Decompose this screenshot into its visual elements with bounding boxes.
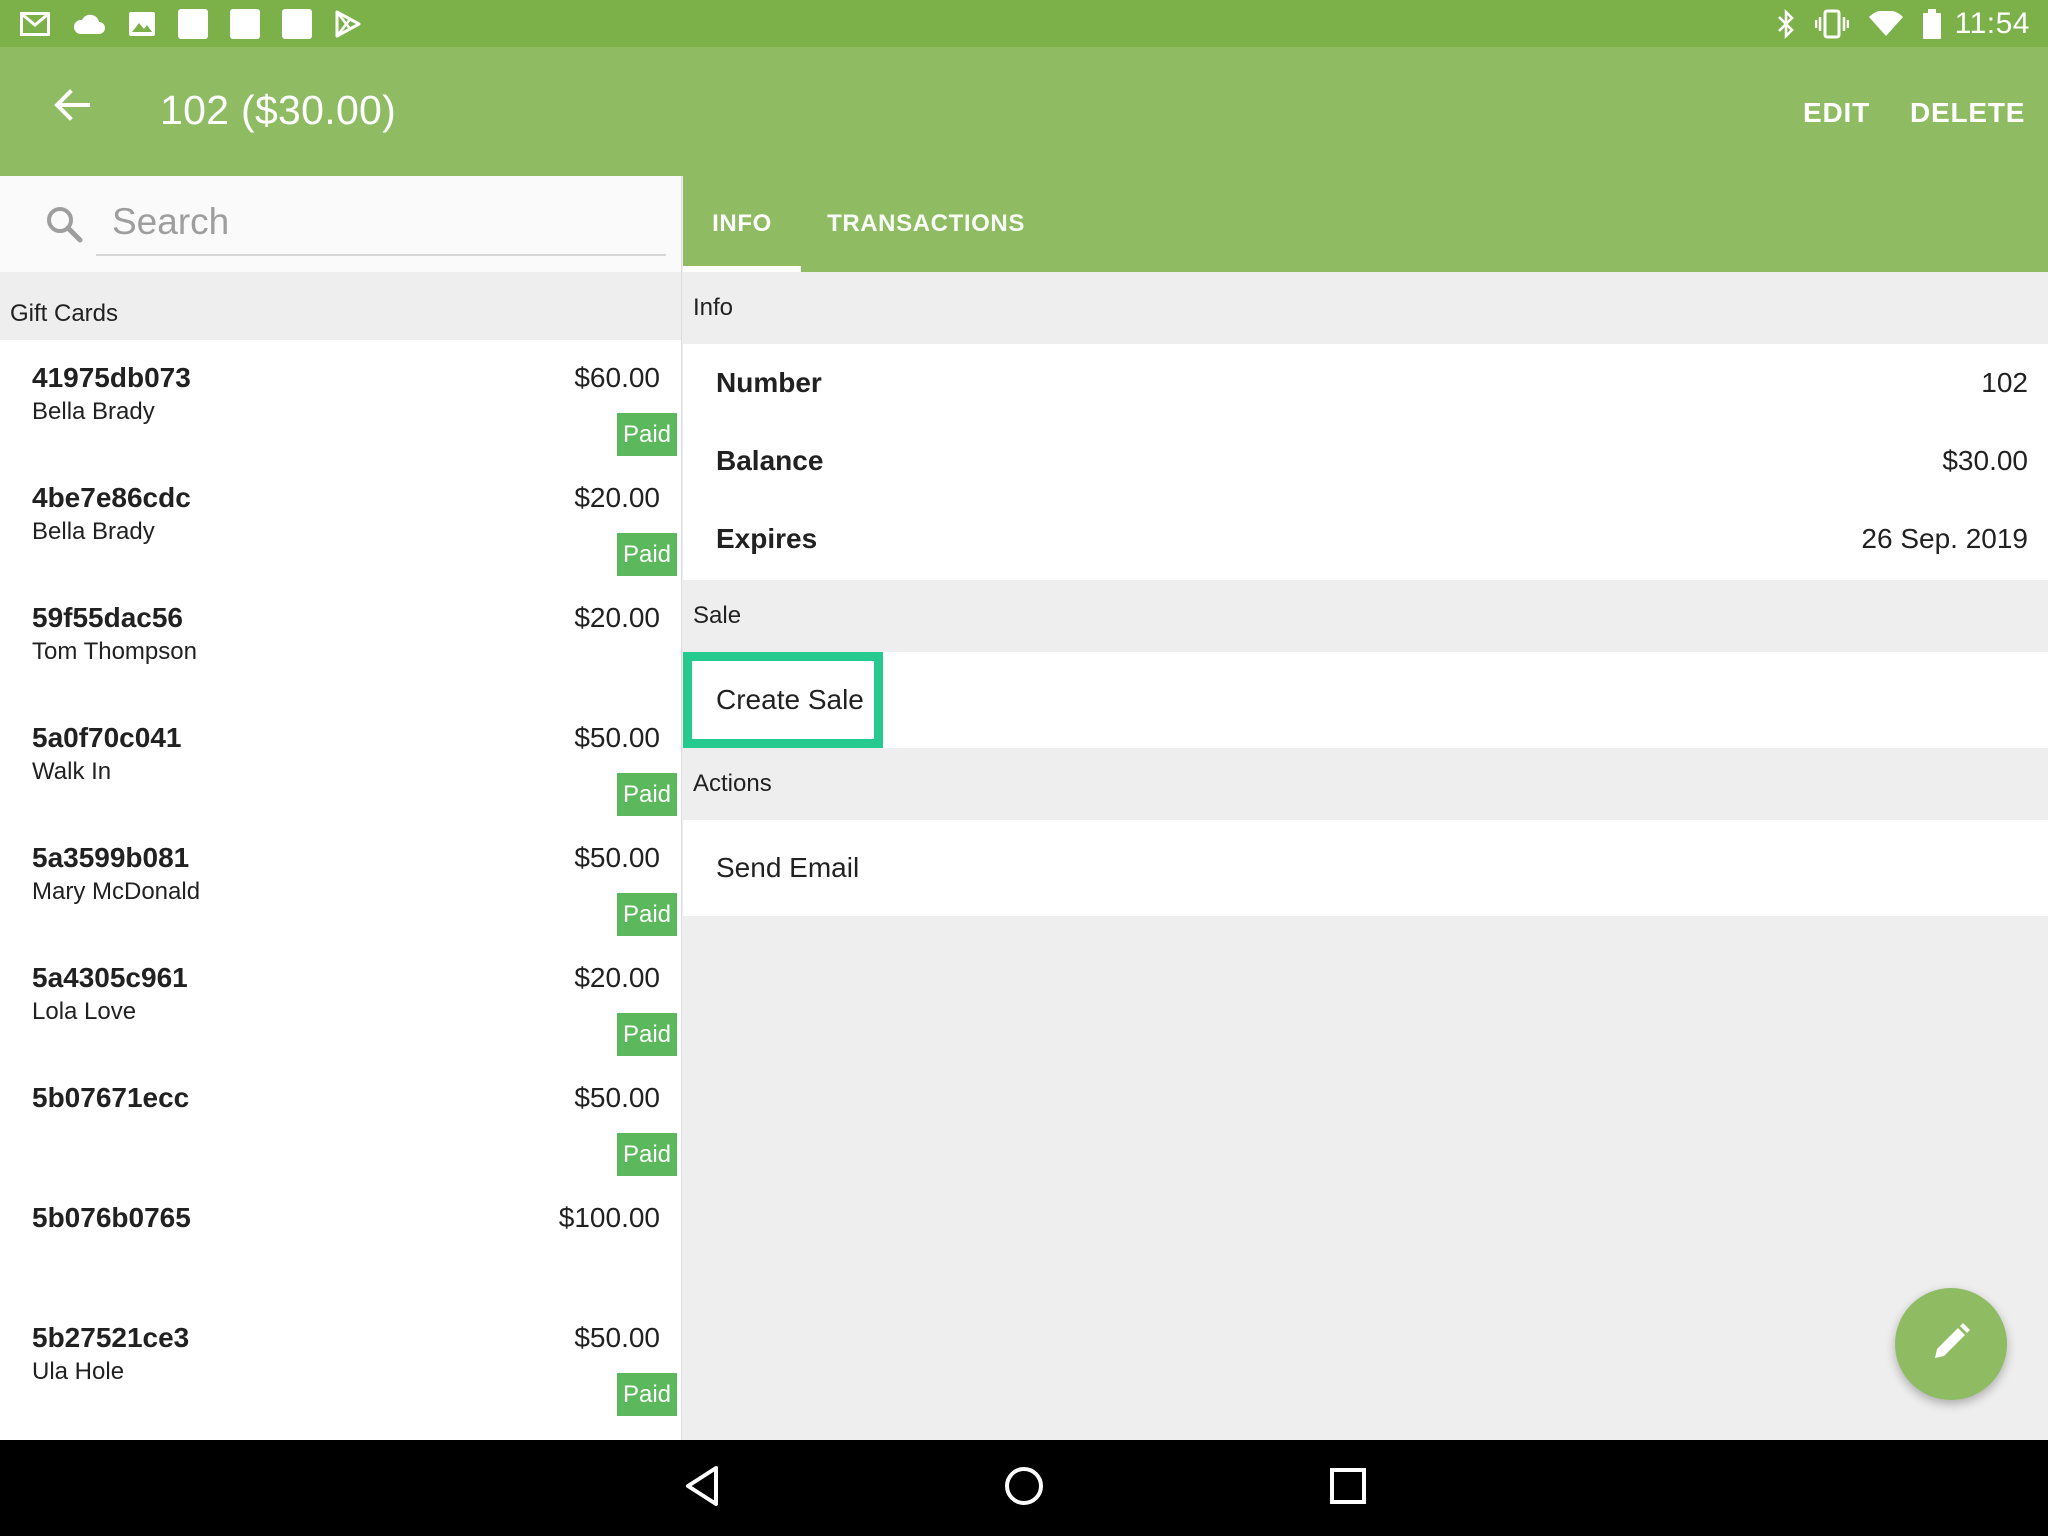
list-item[interactable]: 5a4305c961 Lola Love $20.00 Paid	[0, 940, 681, 1060]
bluetooth-icon	[1777, 8, 1795, 39]
info-row-balance: Balance $30.00	[683, 422, 2048, 500]
paid-badge: Paid	[617, 1013, 677, 1056]
gift-card-amount: $20.00	[574, 962, 660, 993]
info-label: Balance	[716, 445, 824, 476]
gift-card-amount: $100.00	[558, 1202, 660, 1233]
gift-card-number: 5a3599b081	[32, 842, 190, 873]
gift-card-amount: $50.00	[574, 842, 660, 873]
info-label: Expires	[716, 523, 818, 554]
nav-recents-button[interactable]	[1318, 1458, 1378, 1518]
gift-card-number: 41975db073	[32, 362, 191, 393]
gift-card-number: 5a4305c961	[32, 962, 188, 993]
square-icon	[178, 8, 208, 39]
battery-icon	[1922, 8, 1941, 39]
gmail-icon	[20, 11, 50, 36]
gift-card-amount: $20.00	[574, 482, 660, 513]
square-icon	[282, 8, 312, 39]
back-button[interactable]	[44, 79, 100, 135]
edit-fab-button[interactable]	[1895, 1288, 2007, 1400]
play-store-icon	[334, 10, 362, 38]
search-icon	[42, 202, 86, 246]
sale-section-header: Sale	[693, 602, 742, 629]
page-title: 102 ($30.00)	[160, 87, 397, 133]
triangle-back-icon	[682, 1465, 722, 1512]
gift-card-number: 4be7e86cdc	[32, 482, 191, 513]
circle-home-icon	[1003, 1465, 1045, 1512]
actions-section-header: Actions	[693, 770, 772, 797]
gift-card-amount: $50.00	[574, 722, 660, 753]
list-item[interactable]: 5b27521ce3 Ula Hole $50.00 Paid	[0, 1300, 681, 1420]
customer-name: Walk In	[32, 758, 112, 785]
arrow-left-icon	[54, 88, 90, 126]
customer-name: Mary McDonald	[32, 878, 201, 905]
actions-card: Send Email	[683, 820, 2048, 916]
list-item[interactable]: 41975db073 Bella Brady $60.00 Paid	[0, 340, 681, 460]
wifi-icon	[1868, 10, 1903, 37]
list-item[interactable]: 5b07671ecc $50.00 Paid	[0, 1060, 681, 1180]
tab-bar: INFO TRANSACTIONS	[683, 176, 2048, 272]
pencil-icon	[1931, 1322, 1971, 1367]
info-row-number: Number 102	[683, 344, 2048, 422]
gift-card-amount: $20.00	[574, 602, 660, 633]
info-label: Number	[716, 367, 822, 398]
list-item[interactable]: 5a3599b081 Mary McDonald $50.00 Paid	[0, 820, 681, 940]
gift-card-detail-pane: INFO TRANSACTIONS Info Number 102 Balanc…	[683, 176, 2048, 1440]
delete-button[interactable]: DELETE	[1910, 97, 2025, 129]
send-email-button[interactable]: Send Email	[716, 820, 859, 916]
gift-card-number: 5b07671ecc	[32, 1082, 190, 1113]
paid-badge: Paid	[617, 1133, 677, 1176]
paid-badge: Paid	[617, 533, 677, 576]
customer-name: Ula Hole	[32, 1358, 125, 1385]
gift-card-amount: $60.00	[574, 362, 660, 393]
info-card: Number 102 Balance $30.00 Expires 26 Sep…	[683, 344, 2048, 580]
paid-badge: Paid	[617, 893, 677, 936]
list-item[interactable]: 5a0f70c041 Walk In $50.00 Paid	[0, 700, 681, 820]
info-value: 102	[1981, 367, 2028, 398]
create-sale-button[interactable]: Create Sale	[683, 652, 883, 748]
customer-name: Bella Brady	[32, 518, 155, 545]
gift-card-number: 5b27521ce3	[32, 1322, 190, 1353]
paid-badge: Paid	[617, 1373, 677, 1416]
nav-home-button[interactable]	[994, 1458, 1054, 1518]
gift-card-number: 5a0f70c041	[32, 722, 182, 753]
vibrate-icon	[1814, 9, 1849, 39]
gift-card-number: 5b076b0765	[32, 1202, 191, 1233]
customer-name: Tom Thompson	[32, 638, 197, 665]
nav-back-button[interactable]	[672, 1458, 732, 1518]
square-icon	[230, 8, 260, 39]
gift-card-number: 59f55dac56	[32, 602, 184, 633]
status-icons-right: 11:54	[1757, 7, 2030, 41]
list-item[interactable]: 59f55dac56 Tom Thompson $20.00	[0, 580, 681, 700]
search-input[interactable]	[96, 190, 666, 256]
info-value: 26 Sep. 2019	[1861, 523, 2028, 554]
edit-button[interactable]: EDIT	[1803, 97, 1870, 129]
app-bar: 102 ($30.00) EDIT DELETE	[0, 47, 2048, 176]
info-value: $30.00	[1942, 445, 2028, 476]
info-section-header: Info	[693, 294, 734, 321]
paid-badge: Paid	[617, 773, 677, 816]
system-nav-bar	[0, 1440, 2048, 1536]
tab-transactions[interactable]: TRANSACTIONS	[801, 176, 1051, 272]
image-icon	[128, 11, 156, 37]
customer-name: Lola Love	[32, 998, 137, 1025]
list-header: Gift Cards	[0, 272, 681, 340]
list-item[interactable]: 4be7e86cdc Bella Brady $20.00 Paid	[0, 460, 681, 580]
info-row-expires: Expires 26 Sep. 2019	[683, 500, 2048, 578]
cloud-icon	[72, 12, 106, 36]
gift-card-amount: $50.00	[574, 1322, 660, 1353]
square-recents-icon	[1329, 1467, 1367, 1510]
gift-card-amount: $50.00	[574, 1082, 660, 1113]
gift-card-list-pane: Gift Cards 41975db073 Bella Brady $60.00…	[0, 176, 682, 1440]
status-icons-left	[20, 8, 384, 39]
paid-badge: Paid	[617, 413, 677, 456]
search-bar	[0, 176, 681, 272]
status-bar: 11:54	[0, 0, 2048, 47]
tab-info[interactable]: INFO	[683, 176, 801, 272]
customer-name: Bella Brady	[32, 398, 155, 425]
status-time: 11:54	[1954, 6, 2030, 40]
list-item[interactable]: 5b076b0765 $100.00	[0, 1180, 681, 1300]
gift-card-list: 41975db073 Bella Brady $60.00 Paid 4be7e…	[0, 340, 681, 1420]
sale-card: Create Sale	[683, 652, 2048, 748]
